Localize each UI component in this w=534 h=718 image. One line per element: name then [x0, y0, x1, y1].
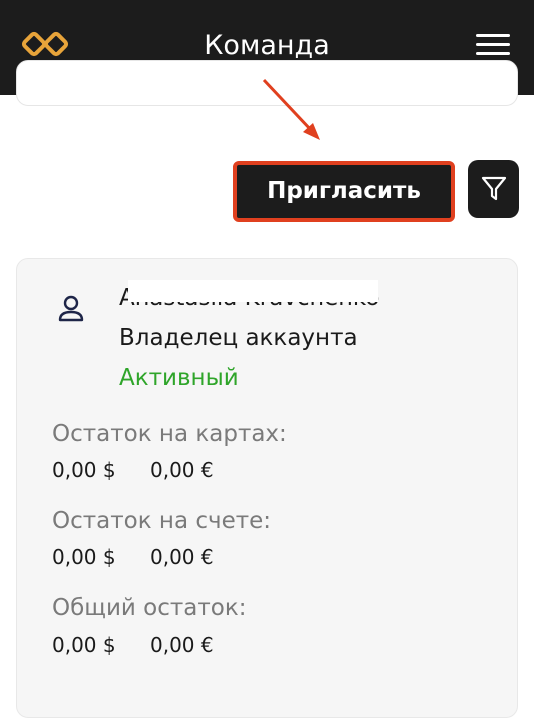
card-balance-usd: 0,00 $ [52, 458, 116, 482]
member-role: Владелец аккаунта [119, 325, 358, 351]
card-balance-eur: 0,00 € [150, 458, 214, 482]
filter-icon [481, 176, 507, 201]
account-balance-eur: 0,00 € [150, 545, 214, 569]
total-balance-usd: 0,00 $ [52, 633, 116, 657]
invite-button[interactable]: Пригласить [233, 161, 455, 222]
total-balance-label: Общий остаток: [52, 595, 247, 621]
redaction-mask [128, 280, 378, 302]
status-badge: Активный [119, 365, 239, 391]
user-icon [58, 295, 84, 322]
account-balance-label: Остаток на счете: [52, 508, 272, 534]
filter-button[interactable] [468, 160, 519, 218]
account-balance-usd: 0,00 $ [52, 545, 116, 569]
total-balance-eur: 0,00 € [150, 633, 214, 657]
card-balance-label: Остаток на картах: [52, 421, 287, 447]
hamburger-menu-icon[interactable] [474, 30, 512, 60]
previous-card [16, 60, 518, 106]
